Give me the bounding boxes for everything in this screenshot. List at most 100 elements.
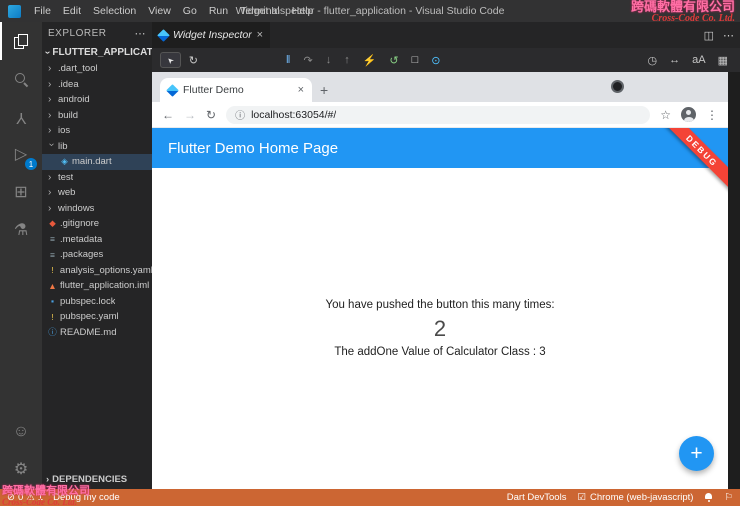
notifications-bell-icon[interactable] xyxy=(704,493,713,502)
tree-item-ios[interactable]: ›ios xyxy=(42,123,152,139)
tree-item-label: windows xyxy=(58,203,94,214)
step-into-icon[interactable]: ↓ xyxy=(326,54,332,66)
dependencies-label: DEPENDENCIES xyxy=(52,474,127,485)
project-section-header[interactable]: › FLUTTER_APPLICATION xyxy=(42,44,152,61)
performance-clock-icon[interactable]: ◷ xyxy=(648,54,658,67)
vscode-window: File Edit Selection View Go Run Terminal… xyxy=(0,0,740,506)
explorer-more-actions-icon[interactable]: ⋯ xyxy=(135,27,147,40)
menu-view[interactable]: View xyxy=(142,5,177,17)
problems-indicator[interactable]: ⊘ 0 ⚠ 1 xyxy=(7,492,43,503)
settings-gear-icon: ⚙ xyxy=(14,462,28,478)
tree-item-pubspec.lock[interactable]: ▪pubspec.lock xyxy=(42,294,152,310)
explorer-sidebar: EXPLORER ⋯ › FLUTTER_APPLICATION ›.dart_… xyxy=(42,22,152,489)
tree-item-web[interactable]: ›web xyxy=(42,185,152,201)
menu-edit[interactable]: Edit xyxy=(57,5,87,17)
tab-widget-inspector[interactable]: Widget Inspector × xyxy=(152,22,270,48)
hot-restart-icon[interactable]: ↺ xyxy=(389,54,398,67)
tree-item-label: test xyxy=(58,172,73,183)
browser-menu-icon[interactable]: ⋮ xyxy=(706,108,718,122)
activity-explorer[interactable] xyxy=(0,22,42,60)
tree-item-.metadata[interactable]: ≡.metadata xyxy=(42,232,152,248)
tree-item-.packages[interactable]: ≡.packages xyxy=(42,247,152,263)
tree-item-.dart_tool[interactable]: ›.dart_tool xyxy=(42,61,152,77)
activity-settings[interactable]: ⚙ xyxy=(0,451,42,489)
folder-chevron-icon: › xyxy=(48,172,55,183)
editor-tab-actions: ◫ ⋯ xyxy=(704,22,734,48)
split-editor-icon[interactable]: ◫ xyxy=(704,29,714,42)
reload-icon[interactable]: ↻ xyxy=(206,108,216,122)
step-out-icon[interactable]: ↑ xyxy=(344,54,350,66)
tree-item-test[interactable]: ›test xyxy=(42,170,152,186)
menu-run[interactable]: Run xyxy=(203,5,234,17)
activity-bar: Y ▷ 1 ⊞ ⚗ ☺ ⚙ xyxy=(0,22,42,489)
refresh-tree-button[interactable]: ↻ xyxy=(189,54,198,67)
profile-avatar[interactable] xyxy=(681,107,696,122)
bookmark-star-icon[interactable]: ☆ xyxy=(660,108,671,122)
menu-go[interactable]: Go xyxy=(177,5,203,17)
fab-increment-button[interactable]: + xyxy=(679,436,714,471)
url-text: localhost:63054/#/ xyxy=(251,109,336,121)
site-info-icon[interactable]: ⓘ xyxy=(235,107,245,122)
device-selector[interactable]: ☑ Chrome (web-javascript) xyxy=(577,492,693,503)
browser-tab-close-icon[interactable]: × xyxy=(298,84,304,96)
folder-chevron-icon: › xyxy=(48,94,55,105)
hot-reload-icon[interactable]: ⚡ xyxy=(363,54,377,67)
status-bar-right: Dart DevTools ☑ Chrome (web-javascript) … xyxy=(507,492,733,503)
folder-chevron-icon: › xyxy=(46,143,57,150)
browser-controls-icon[interactable] xyxy=(611,80,624,93)
tree-item-analysis_options.yaml[interactable]: !analysis_options.yaml xyxy=(42,263,152,279)
menu-selection[interactable]: Selection xyxy=(87,5,142,17)
activity-run-debug[interactable]: ▷ 1 xyxy=(0,136,42,174)
tree-item-label: .idea xyxy=(58,79,79,90)
dependencies-section-header[interactable]: › DEPENDENCIES xyxy=(42,472,152,487)
stop-icon[interactable]: □ xyxy=(412,54,419,66)
calculator-text: The addOne Value of Calculator Class : 3 xyxy=(334,346,545,358)
back-icon[interactable]: ← xyxy=(162,108,174,122)
activity-account[interactable]: ☺ xyxy=(0,413,42,451)
pause-icon[interactable]: ‖ xyxy=(286,54,291,66)
more-actions-icon[interactable]: ⋯ xyxy=(723,29,734,42)
tree-item-label: .gitignore xyxy=(60,218,99,229)
browser-tab-flutter-demo[interactable]: Flutter Demo × xyxy=(160,78,312,102)
tree-item-windows[interactable]: ›windows xyxy=(42,201,152,217)
tree-item-build[interactable]: ›build xyxy=(42,108,152,124)
dart-devtools-button[interactable]: Dart DevTools xyxy=(507,492,567,503)
new-tab-button[interactable]: + xyxy=(320,83,328,97)
source-control-icon: Y xyxy=(16,109,27,125)
tree-item-flutter_application.iml[interactable]: ▲flutter_application.iml xyxy=(42,278,152,294)
inspect-widget-button[interactable]: ➤ xyxy=(160,52,181,68)
tree-item-README.md[interactable]: ⓘREADME.md xyxy=(42,325,152,341)
warnings-icon: ⚠ xyxy=(26,492,35,503)
layout-grid-icon[interactable]: ▦ xyxy=(718,54,728,67)
tree-item-.idea[interactable]: ›.idea xyxy=(42,77,152,93)
activity-search[interactable] xyxy=(0,60,42,98)
activity-testing[interactable]: ⚗ xyxy=(0,212,42,250)
text-size-icon[interactable]: aA xyxy=(692,54,705,66)
embedded-browser: Flutter Demo × + ← → ↻ ⓘ localhost:63054… xyxy=(152,72,728,489)
feedback-flag-icon[interactable]: ⚐ xyxy=(724,492,733,503)
app-bar-title: Flutter Demo Home Page xyxy=(168,140,338,157)
resize-arrows-icon[interactable]: ↔ xyxy=(669,54,680,66)
forward-icon[interactable]: → xyxy=(184,108,196,122)
tree-item-.gitignore[interactable]: ◆.gitignore xyxy=(42,216,152,232)
flutter-app-page: Flutter Demo Home Page DEBUG You have pu… xyxy=(152,128,728,489)
step-over-icon[interactable]: ↷ xyxy=(303,54,312,67)
tree-item-pubspec.yaml[interactable]: !pubspec.yaml xyxy=(42,309,152,325)
debug-status-text[interactable]: Debug my code xyxy=(53,492,120,503)
tree-item-label: flutter_application.iml xyxy=(60,280,149,291)
tree-item-main.dart[interactable]: ◈main.dart xyxy=(42,154,152,170)
tree-item-android[interactable]: ›android xyxy=(42,92,152,108)
activity-extensions[interactable]: ⊞ xyxy=(0,174,42,212)
menu-file[interactable]: File xyxy=(28,5,57,17)
tree-item-label: .packages xyxy=(60,249,103,260)
tree-item-lib[interactable]: ›lib xyxy=(42,139,152,155)
file-icon: ! xyxy=(48,312,57,322)
url-input[interactable]: ⓘ localhost:63054/#/ xyxy=(226,106,650,124)
chevron-right-icon: › xyxy=(46,474,49,485)
folder-chevron-icon: › xyxy=(48,110,55,121)
tab-close-icon[interactable]: × xyxy=(257,29,263,41)
title-bar: File Edit Selection View Go Run Terminal… xyxy=(0,0,740,22)
activity-source-control[interactable]: Y xyxy=(0,98,42,136)
file-icon: ◈ xyxy=(60,156,69,167)
zoom-inspect-icon[interactable]: ⊙ xyxy=(431,54,440,67)
